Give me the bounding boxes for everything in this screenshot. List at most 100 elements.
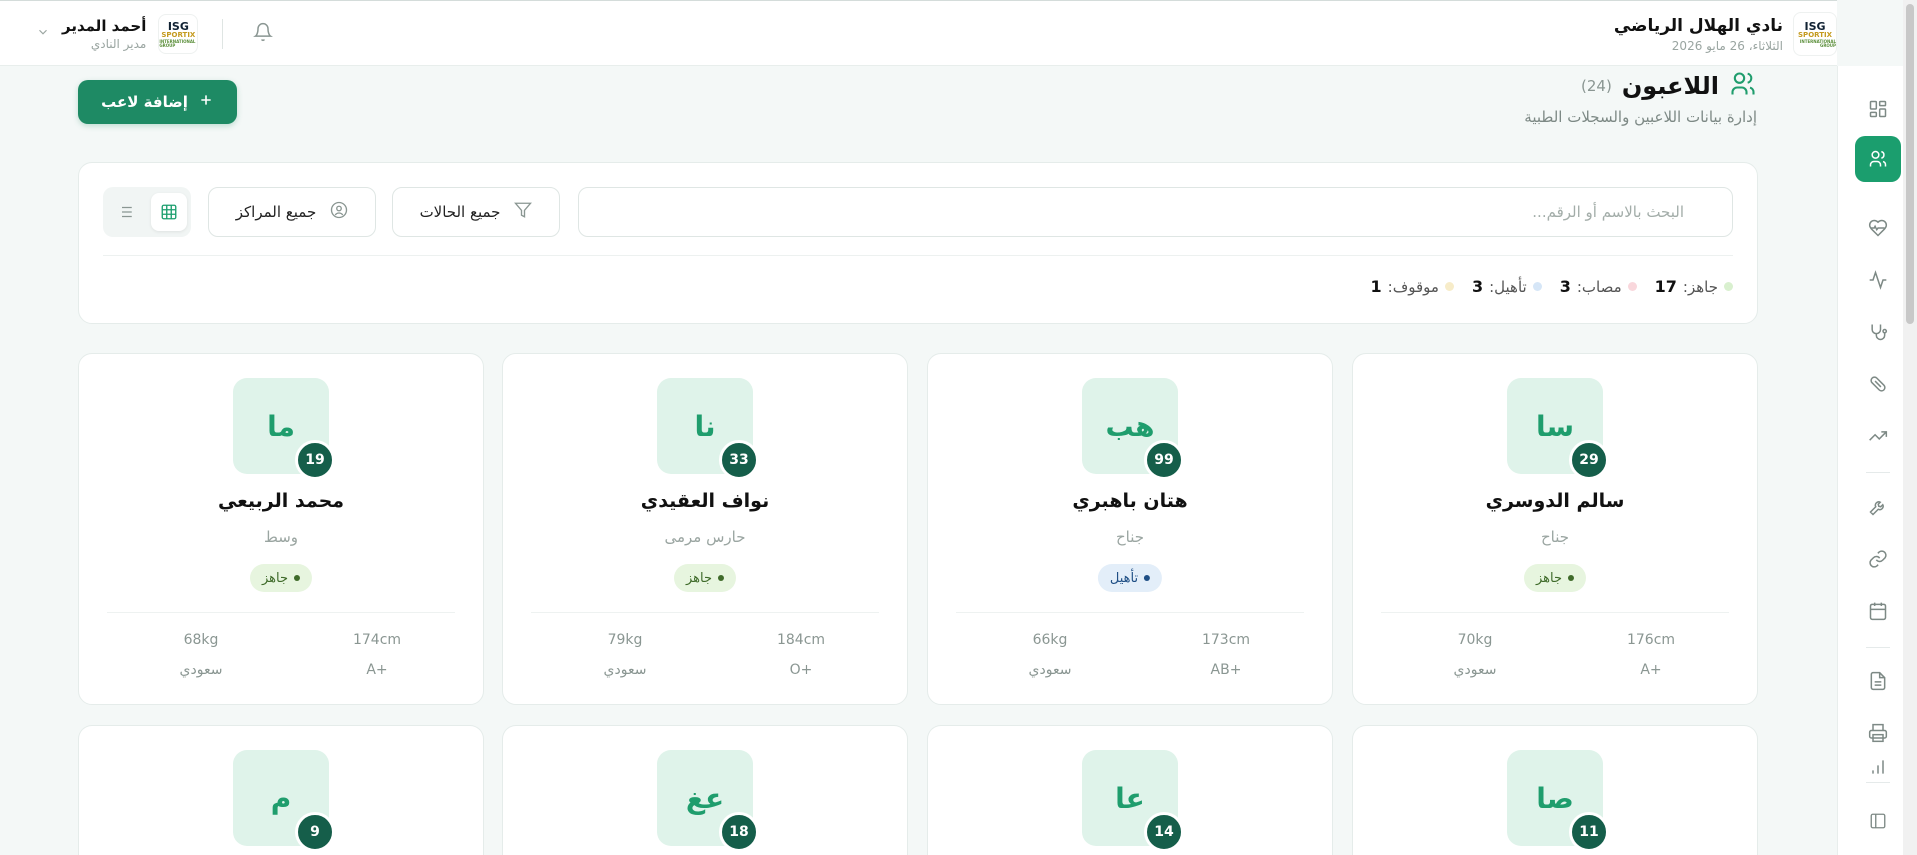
status-badge: جاهز [673, 564, 737, 592]
status-dot [718, 575, 725, 581]
pill-icon[interactable] [1855, 361, 1901, 407]
player-weight: 79kg [607, 632, 643, 648]
current-date: الثلاثاء، 26 مايو 2026 [1671, 38, 1783, 53]
link-icon[interactable] [1855, 536, 1901, 582]
players-icon[interactable] [1855, 136, 1901, 182]
player-weight: 68kg [183, 632, 219, 648]
calendar-icon[interactable] [1855, 588, 1901, 634]
player-position: وسط [263, 528, 299, 546]
activity-icon[interactable] [1855, 257, 1901, 303]
player-card[interactable]: هب 99 هتان باهبري جناح تأهيل 173cm 66kg … [927, 353, 1333, 705]
club-header: ISG SPORTIX INTERNATIONAL GROUP نادي اله… [1614, 1, 1837, 67]
chart-icon[interactable] [1855, 752, 1901, 782]
status-dot [1144, 575, 1151, 581]
player-nationality: سعودي [1028, 662, 1072, 678]
player-number: 33 [719, 440, 759, 480]
club-name: نادي الهلال الرياضي [1613, 15, 1783, 36]
heart-pulse-icon[interactable] [1855, 205, 1901, 251]
status-label: جاهز [685, 570, 713, 586]
filter-icon [514, 201, 533, 223]
document-icon[interactable] [1855, 658, 1901, 704]
player-name: نواف العقيدي [640, 490, 770, 512]
divider [956, 612, 1304, 613]
collapse-sidebar-icon[interactable] [1855, 798, 1901, 844]
position-filter-select[interactable]: جميع المراكز [208, 187, 376, 237]
sidebar-divider [1866, 647, 1890, 648]
stat-label: موقوف: [1387, 277, 1439, 296]
player-card[interactable]: نا 33 نواف العقيدي حارس مرمى جاهز 184cm … [502, 353, 908, 705]
wrench-icon[interactable] [1855, 484, 1901, 530]
stat-rehab: تأهيل: 3 [1472, 277, 1542, 296]
plus-icon [198, 92, 214, 112]
user-name: أحمد المدير [62, 17, 147, 35]
logo-text: SPORTIX [161, 30, 196, 39]
bell-icon[interactable] [253, 22, 274, 47]
player-height: 173cm [1201, 632, 1251, 648]
player-card[interactable]: عغ 18 [502, 725, 908, 855]
chevron-down-icon[interactable] [36, 25, 50, 43]
player-card[interactable]: عا 14 [927, 725, 1333, 855]
search-placeholder: البحث بالاسم أو الرقم... [1532, 203, 1684, 221]
stat-label: مصاب: [1576, 277, 1622, 296]
player-weight: 70kg [1457, 632, 1493, 648]
divider [222, 19, 224, 49]
scrollbar[interactable] [1903, 0, 1917, 855]
status-summary: جاهز: 17 مصاب: 3 تأهيل: 3 موقوف: 1 [1370, 277, 1733, 296]
status-badge: جاهز [249, 564, 313, 592]
player-number: 14 [1144, 812, 1184, 852]
player-nationality: سعودي [179, 662, 223, 678]
divider [531, 612, 879, 613]
divider [107, 612, 455, 613]
divider [1381, 612, 1729, 613]
status-label: جاهز [1535, 570, 1563, 586]
page-title: اللاعبون [1621, 72, 1719, 100]
user-circle-icon [330, 201, 348, 223]
status-badge: تأهيل [1097, 564, 1163, 592]
stethoscope-icon[interactable] [1855, 309, 1901, 355]
dashboard-icon[interactable] [1855, 86, 1901, 132]
player-height: 184cm [776, 632, 826, 648]
player-weight: 66kg [1032, 632, 1068, 648]
status-label: جاهز [261, 570, 289, 586]
player-name: محمد الربيعي [217, 490, 345, 512]
player-number: 9 [295, 812, 335, 852]
stat-value: 3 [1559, 277, 1571, 296]
grid-view-icon[interactable] [151, 193, 187, 231]
stat-label: تأهيل: [1489, 277, 1527, 296]
trending-up-icon[interactable] [1855, 413, 1901, 459]
player-number: 19 [295, 440, 335, 480]
page-header: اللاعبون (24) إدارة بيانات اللاعبين والس… [1524, 70, 1757, 126]
status-badge: جاهز [1523, 564, 1587, 592]
user-menu[interactable]: أحمد المدير مدير النادي ISG SPORTIX INTE… [36, 1, 274, 67]
status-dot [1627, 282, 1637, 291]
player-blood-type: AB+ [1210, 662, 1242, 678]
scrollbar-thumb[interactable] [1906, 4, 1914, 324]
player-card[interactable]: م 9 [78, 725, 484, 855]
player-blood-type: A+ [1640, 662, 1662, 678]
view-toggle [103, 187, 191, 237]
position-filter-label: جميع المراكز [235, 203, 317, 221]
sidebar-divider [1866, 782, 1890, 783]
list-view-icon[interactable] [107, 193, 143, 231]
player-nationality: سعودي [1453, 662, 1497, 678]
sidebar-divider [1866, 472, 1890, 473]
top-bar: ISG SPORTIX INTERNATIONAL GROUP نادي اله… [0, 0, 1837, 66]
stat-ready: جاهز: 17 [1655, 277, 1733, 296]
player-number: 99 [1144, 440, 1184, 480]
printer-icon[interactable] [1855, 710, 1901, 756]
stat-value: 1 [1370, 277, 1382, 296]
stat-label: جاهز: [1682, 277, 1718, 296]
player-card[interactable]: سا 29 سالم الدوسري جناح جاهز 176cm 70kg … [1352, 353, 1758, 705]
status-filter-select[interactable]: جميع الحالات [392, 187, 560, 237]
add-player-button[interactable]: إضافة لاعب [78, 80, 237, 124]
status-dot [1444, 282, 1454, 291]
player-card[interactable]: صا 11 [1352, 725, 1758, 855]
add-player-label: إضافة لاعب [101, 93, 188, 111]
player-position: جناح [1540, 528, 1570, 546]
player-card[interactable]: ما 19 محمد الربيعي وسط جاهز 174cm 68kg A… [78, 353, 484, 705]
search-input[interactable]: البحث بالاسم أو الرقم... [578, 187, 1733, 237]
filter-panel: البحث بالاسم أو الرقم... جميع الحالات جم… [78, 162, 1758, 324]
players-icon [1729, 70, 1757, 102]
user-avatar[interactable]: ISG SPORTIX INTERNATIONAL GROUP [158, 14, 199, 54]
player-name: هتان باهبري [1072, 490, 1188, 512]
